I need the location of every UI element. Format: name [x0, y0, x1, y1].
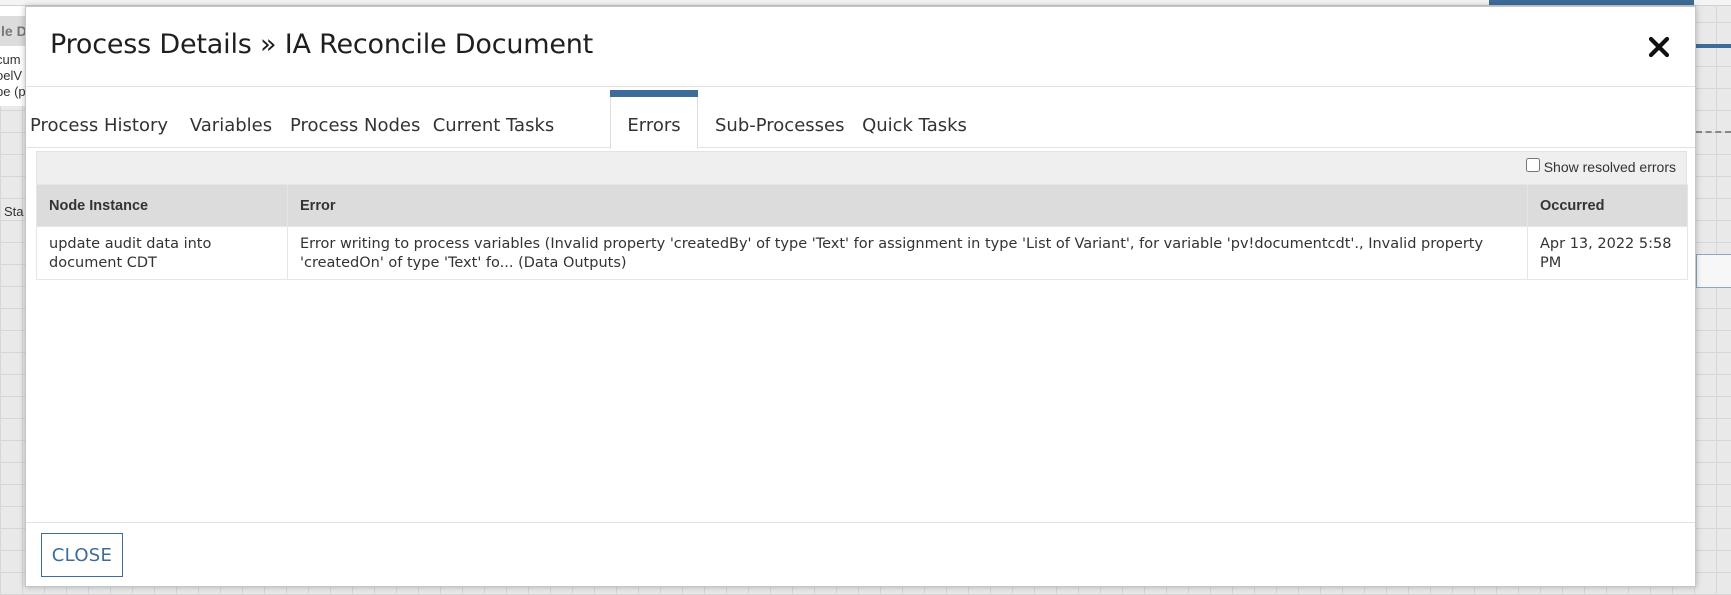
tab-process-history[interactable]: Process History [26, 96, 172, 148]
grid-toolbar: Show resolved errors [36, 151, 1687, 184]
background-right-accent [1696, 44, 1731, 48]
errors-table: Node Instance Error Occurred update audi… [36, 184, 1688, 280]
tab-errors[interactable]: Errors [610, 90, 698, 149]
background-right-dashed-line [1696, 131, 1731, 133]
background-top-accent [1489, 0, 1694, 5]
show-resolved-errors-toggle[interactable]: Show resolved errors [1525, 158, 1676, 175]
close-x-icon-svg [1648, 36, 1670, 58]
close-x-icon[interactable] [1645, 33, 1673, 61]
column-header-node-instance[interactable]: Node Instance [36, 184, 288, 227]
tab-quick-tasks[interactable]: Quick Tasks [860, 96, 969, 148]
tab-label: Quick Tasks [862, 115, 967, 136]
show-resolved-errors-checkbox[interactable] [1525, 158, 1540, 172]
dialog-title: Process Details » IA Reconcile Document [50, 29, 594, 60]
table-header-row: Node Instance Error Occurred [36, 184, 1688, 227]
tab-label: Current Tasks [432, 115, 555, 136]
column-header-error[interactable]: Error [287, 184, 1528, 227]
show-resolved-errors-label: Show resolved errors [1543, 159, 1676, 175]
tab-sub-processes[interactable]: Sub-Processes [715, 96, 845, 148]
background-left-title: le D [0, 16, 25, 46]
tab-label: Sub-Processes [715, 115, 845, 136]
active-tab-indicator [610, 90, 698, 97]
cell-occurred: Apr 13, 2022 5:58 PM [1527, 226, 1688, 280]
tab-label: Errors [627, 115, 681, 136]
tab-label: Variables [189, 115, 273, 136]
column-header-occurred[interactable]: Occurred [1527, 184, 1688, 227]
tab-process-nodes[interactable]: Process Nodes [290, 96, 420, 148]
close-button[interactable]: CLOSE [41, 533, 123, 577]
background-right-box [1696, 254, 1731, 288]
tab-bar: Process History Variables Process Nodes … [26, 90, 1695, 149]
background-left-label: Sta [4, 204, 24, 219]
tab-label: Process Nodes [290, 115, 421, 136]
background-left-line: cum [0, 52, 21, 67]
background-left-panel: le D cum oelV pe (p [0, 6, 26, 106]
tab-current-tasks[interactable]: Current Tasks [432, 96, 555, 148]
tab-label: Process History [29, 115, 169, 136]
table-row[interactable]: update audit data into document CDT Erro… [36, 226, 1688, 280]
dialog-footer: CLOSE [26, 522, 1695, 586]
tab-variables[interactable]: Variables [189, 96, 273, 148]
cell-node-instance: update audit data into document CDT [36, 226, 288, 280]
cell-error: Error writing to process variables (Inva… [287, 226, 1528, 280]
background-left-line: oelV [0, 68, 23, 83]
background-left-line: pe (p [0, 84, 26, 99]
dialog-header: Process Details » IA Reconcile Document [26, 7, 1695, 87]
background-left-lines: cum oelV pe (p [0, 52, 26, 100]
process-details-dialog: Process Details » IA Reconcile Document … [25, 6, 1696, 587]
